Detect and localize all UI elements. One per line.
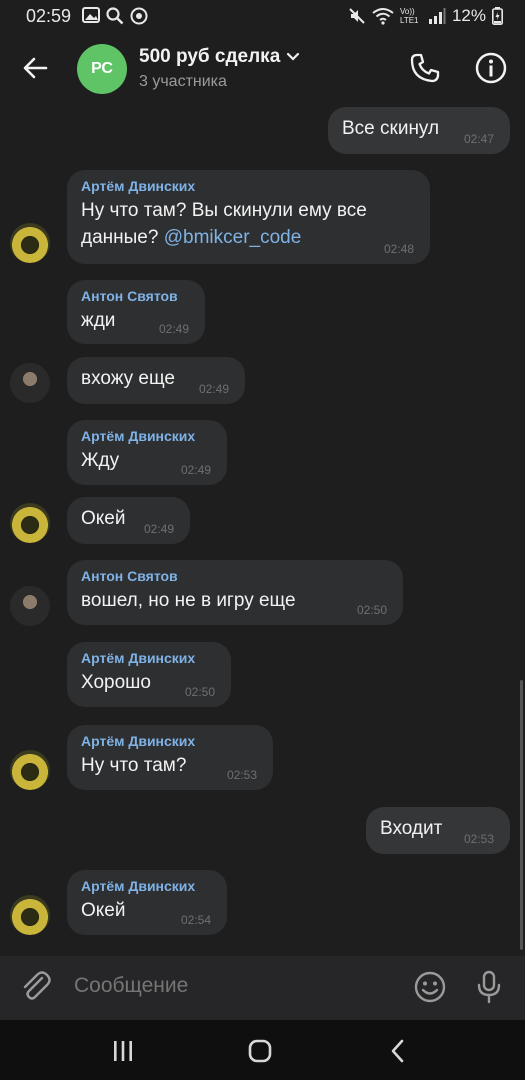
message-bubble-incoming[interactable]: Артём Двинских Ну что там? Вы скинули ем… [67, 170, 430, 264]
chat-title: 500 руб сделка [139, 46, 281, 67]
group-avatar-initials: РС [91, 60, 113, 77]
message-bubble-outgoing[interactable]: Все скинул 02:47 [328, 107, 510, 154]
chat-title-button[interactable]: 500 руб сделка [139, 46, 300, 68]
battery-percent: 12% [451, 6, 486, 25]
mute-icon [349, 8, 365, 24]
avatar[interactable] [10, 223, 50, 263]
app-icon [130, 7, 148, 25]
sender-name: Артём Двинских [81, 650, 196, 666]
message-time: 02:49 [143, 522, 174, 536]
message-bubble-incoming[interactable]: Антон Святов вошел, но не в игру еще 02:… [67, 560, 403, 625]
microphone-icon[interactable] [472, 969, 506, 1005]
network-label: Vo)) LTE1 [399, 7, 419, 25]
sender-name: Антон Святов [81, 568, 178, 584]
status-right-icons: Vo)) LTE1 12% [348, 6, 503, 26]
group-avatar[interactable]: РС [77, 44, 127, 94]
message-bubble-incoming[interactable]: Артём Двинских Жду 02:49 [67, 420, 227, 485]
composer-bar [0, 956, 525, 1020]
message-time: 02:53 [226, 768, 257, 782]
chevron-down-icon [287, 52, 300, 61]
message-time: 02:54 [180, 913, 211, 927]
wifi-icon [372, 8, 394, 25]
phone-icon[interactable] [408, 51, 442, 85]
emoji-icon[interactable] [412, 969, 448, 1005]
avatar[interactable] [10, 895, 50, 935]
message-bubble-incoming[interactable]: Антон Святов жди 02:49 [67, 280, 205, 344]
message-time: 02:48 [383, 242, 414, 256]
paperclip-icon[interactable] [18, 969, 54, 1005]
message-bubble-incoming[interactable]: Окей 02:49 [67, 497, 190, 544]
status-time: 02:59 [26, 6, 72, 26]
message-time: 02:47 [463, 132, 494, 146]
status-left-icons [82, 7, 148, 25]
mention-link[interactable]: @bmikcer_code [164, 227, 302, 248]
recent-apps-icon[interactable] [110, 1038, 136, 1064]
nav-back-icon[interactable] [385, 1038, 411, 1064]
sender-name: Артём Двинских [81, 878, 196, 894]
info-icon[interactable] [474, 51, 508, 85]
chat-subtitle: 3 участника [139, 73, 227, 90]
scrollbar[interactable] [520, 680, 523, 950]
home-icon[interactable] [247, 1038, 273, 1064]
message-text: вошел, но не в игру еще [81, 590, 296, 611]
message-time: 02:50 [356, 603, 387, 617]
message-input[interactable] [74, 974, 394, 998]
message-bubble-incoming[interactable]: Артём Двинских Ну что там? 02:53 [67, 725, 273, 790]
avatar[interactable] [10, 750, 50, 790]
battery-icon [492, 7, 503, 25]
sender-name: Артём Двинских [81, 428, 196, 444]
sender-name: Антон Святов [81, 288, 178, 304]
sender-name: Артём Двинских [81, 178, 196, 194]
message-bubble-outgoing[interactable]: Входит 02:53 [366, 807, 510, 854]
message-bubble-incoming[interactable]: Артём Двинских Хорошо 02:50 [67, 642, 231, 707]
message-bubble-incoming[interactable]: Артём Двинских Окей 02:54 [67, 870, 227, 935]
message-time: 02:49 [180, 463, 211, 477]
message-time: 02:50 [184, 685, 215, 699]
signal-icon [428, 8, 446, 24]
chat-header: РС 500 руб сделка 3 участника [0, 34, 525, 102]
search-icon [106, 7, 124, 25]
sender-name: Артём Двинских [81, 733, 196, 749]
status-bar: 02:59 Vo)) LTE1 12% [0, 0, 525, 32]
avatar[interactable] [10, 503, 50, 543]
message-time: 02:49 [158, 322, 189, 336]
message-text: Ну что там? Вы скинули ему все данные? @… [81, 197, 416, 251]
message-bubble-incoming[interactable]: вхожу еще 02:49 [67, 357, 245, 404]
back-arrow-icon[interactable] [20, 52, 52, 84]
avatar[interactable] [10, 363, 50, 403]
message-time: 02:49 [198, 382, 229, 396]
avatar[interactable] [10, 586, 50, 626]
message-time: 02:53 [463, 832, 494, 846]
system-nav-bar [0, 1020, 525, 1080]
gallery-icon [82, 7, 100, 23]
